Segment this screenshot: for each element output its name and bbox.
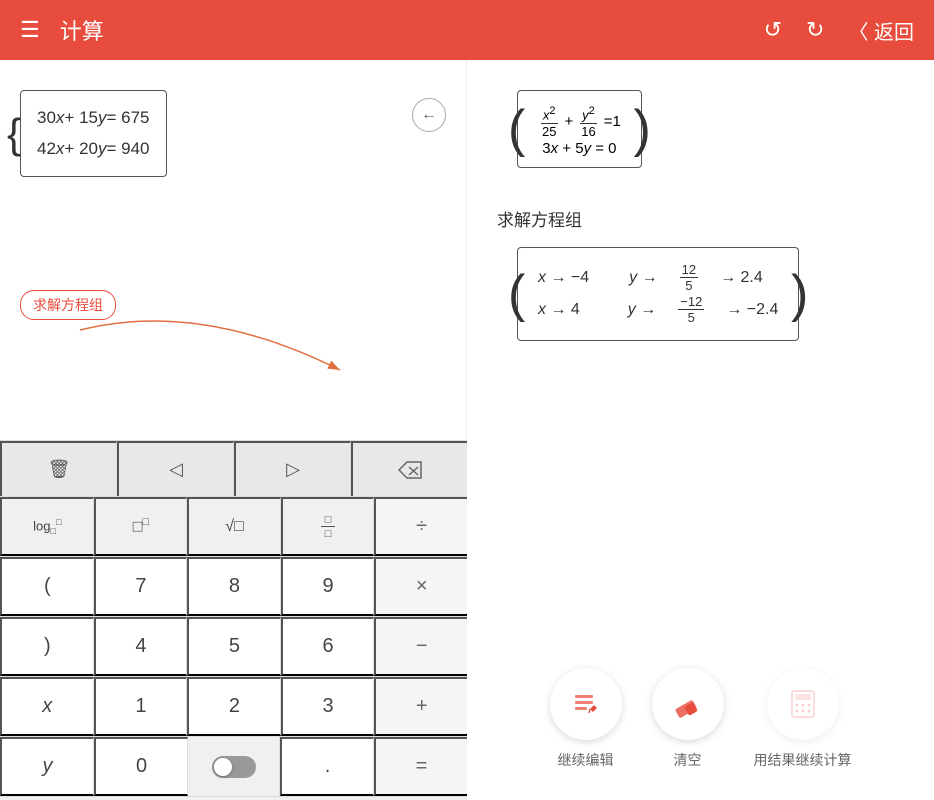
- keyboard-row-functions: log□□ □□ √□ □ □ ÷: [0, 497, 467, 557]
- keyboard-row-y0: y 0 . =: [0, 737, 467, 797]
- key-dot[interactable]: .: [280, 737, 374, 796]
- continue-edit-button[interactable]: [550, 668, 622, 740]
- backspace-key-button[interactable]: [351, 441, 467, 496]
- key-x[interactable]: x: [0, 677, 94, 736]
- key-1[interactable]: 1: [94, 677, 188, 736]
- key-close-paren[interactable]: ): [0, 617, 94, 676]
- right-panel: x225 + y216 =1 3x + 5y = 0 求解方程组 x → −4 …: [467, 60, 934, 440]
- key-8[interactable]: 8: [187, 557, 281, 616]
- input-equation-box: 30x + 15y = 675 42x + 20y = 940: [20, 90, 167, 177]
- key-2[interactable]: 2: [187, 677, 281, 736]
- result-r2-ydec: → −2.4: [726, 294, 778, 326]
- menu-icon[interactable]: ☰: [20, 17, 40, 43]
- main-content: 30x + 15y = 675 42x + 20y = 940 ← 求解方程组 …: [0, 60, 934, 440]
- key-5[interactable]: 5: [187, 617, 281, 676]
- result-row-2: x → 4 y → −12 5 → −2.4: [538, 294, 778, 326]
- result-box: x → −4 y → 12 5 → 2.4 x → 4 y → −12 5: [517, 247, 799, 341]
- result-row-1: x → −4 y → 12 5 → 2.4: [538, 262, 778, 294]
- key-divide[interactable]: ÷: [374, 497, 467, 556]
- key-open-paren[interactable]: (: [0, 557, 94, 616]
- edit-icon: [570, 688, 602, 720]
- result-r1-yfrac: 12 5: [680, 262, 698, 294]
- keyboard-row-123: x 1 2 3 +: [0, 677, 467, 737]
- use-result-container: 用结果继续计算: [754, 668, 852, 770]
- result-r1-x: x → −4: [538, 262, 589, 294]
- key-fraction[interactable]: □ □: [281, 497, 375, 556]
- action-buttons: 继续编辑 清空: [550, 668, 852, 770]
- keyboard-row-789: ( 7 8 9 ×: [0, 557, 467, 617]
- solve-result-label: 求解方程组: [497, 206, 904, 231]
- page-title: 计算: [60, 14, 744, 46]
- keyboard: 🗑 ◁ ▷ log□□ □□ √□: [0, 440, 467, 800]
- solve-tag[interactable]: 求解方程组: [20, 290, 116, 320]
- backspace-button[interactable]: ←: [412, 98, 446, 132]
- app-header: ☰ 计算 ↺ ↻ 〈 返回: [0, 0, 934, 60]
- eraser-icon: [670, 686, 706, 722]
- continue-edit-container: 继续编辑: [550, 668, 622, 770]
- undo-button[interactable]: ↺: [764, 17, 782, 43]
- key-multiply[interactable]: ×: [374, 557, 467, 616]
- sys-eq-line2: 3x + 5y = 0: [538, 140, 621, 157]
- system-eq-display: x225 + y216 =1 3x + 5y = 0: [517, 90, 642, 168]
- use-result-label: 用结果继续计算: [754, 750, 852, 770]
- calculator-icon: [788, 689, 818, 719]
- prev-button[interactable]: ◁: [117, 441, 234, 496]
- keyboard-top-row: 🗑 ◁ ▷: [0, 441, 467, 497]
- key-0[interactable]: 0: [94, 737, 188, 796]
- next-button[interactable]: ▷: [234, 441, 351, 496]
- keyboard-row-456: ) 4 5 6 −: [0, 617, 467, 677]
- back-button[interactable]: 〈 返回: [848, 16, 914, 45]
- bottom-area: 🗑 ◁ ▷ log□□ □□ √□: [0, 440, 934, 800]
- key-4[interactable]: 4: [94, 617, 188, 676]
- result-r2-yfrac: −12 5: [678, 294, 704, 326]
- header-actions: ↺ ↻ 〈 返回: [764, 16, 914, 45]
- equation-line-2: 42x + 20y = 940: [37, 134, 150, 165]
- key-plus[interactable]: +: [374, 677, 467, 736]
- clear-button[interactable]: [652, 668, 724, 740]
- key-equals[interactable]: =: [374, 737, 467, 796]
- key-sqrt[interactable]: √□: [187, 497, 281, 556]
- sys-eq-frac1: x225: [538, 105, 560, 140]
- key-6[interactable]: 6: [281, 617, 375, 676]
- left-panel: 30x + 15y = 675 42x + 20y = 940 ← 求解方程组: [0, 60, 467, 440]
- key-y[interactable]: y: [0, 737, 94, 796]
- key-9[interactable]: 9: [281, 557, 375, 616]
- equation-line-1: 30x + 15y = 675: [37, 103, 150, 134]
- key-7[interactable]: 7: [94, 557, 188, 616]
- use-result-button[interactable]: [767, 668, 839, 740]
- key-3[interactable]: 3: [281, 677, 375, 736]
- sys-eq-frac2: y216: [577, 105, 599, 140]
- toggle-switch[interactable]: [212, 756, 256, 778]
- toggle-container: [188, 737, 280, 796]
- key-log[interactable]: log□□: [0, 497, 94, 556]
- delete-button[interactable]: 🗑: [0, 441, 117, 496]
- result-r1-ydec: → 2.4: [720, 262, 763, 294]
- key-power[interactable]: □□: [94, 497, 188, 556]
- toggle-knob: [214, 758, 232, 776]
- clear-container: 清空: [652, 668, 724, 770]
- clear-label: 清空: [674, 750, 702, 770]
- redo-button[interactable]: ↻: [806, 17, 824, 43]
- continue-edit-label: 继续编辑: [558, 750, 614, 770]
- result-r2-x: x → 4: [538, 294, 580, 326]
- curved-arrow: [20, 320, 360, 420]
- key-minus[interactable]: −: [374, 617, 467, 676]
- right-bottom-panel: 继续编辑 清空: [467, 440, 934, 800]
